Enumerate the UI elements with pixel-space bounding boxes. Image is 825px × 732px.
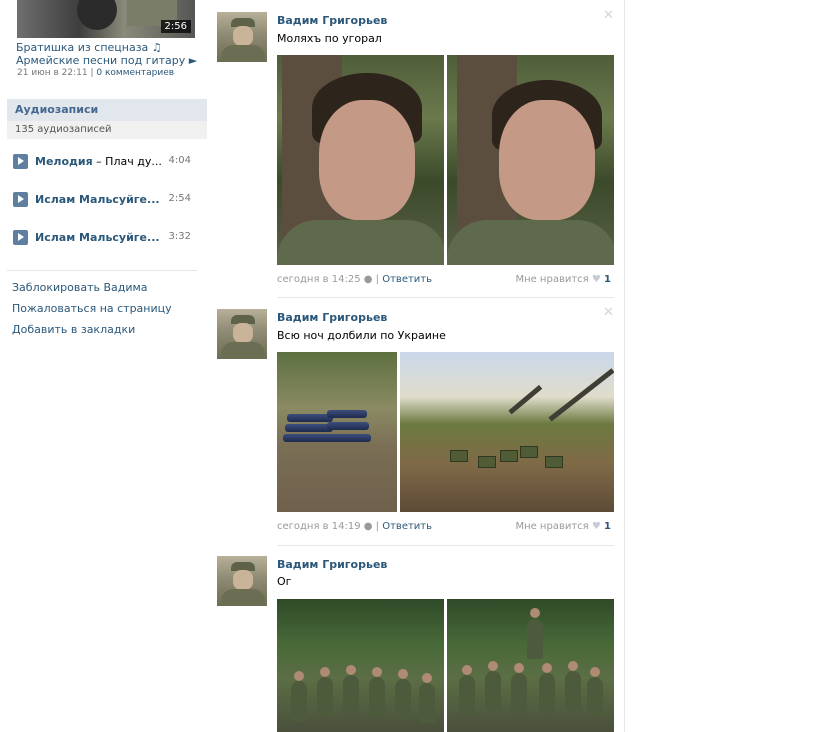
report-page-link[interactable]: Пожаловаться на страницу (12, 302, 172, 315)
post-footer: сегодня в 14:25 ● | Ответить (277, 274, 433, 285)
track-duration: 3:32 (168, 231, 191, 242)
apple-icon: ● (363, 274, 373, 285)
like-button[interactable]: Мне нравится ♥ 1 (515, 274, 611, 285)
avatar[interactable] (217, 556, 267, 606)
track-title[interactable]: Мелодия – Плач ду... (35, 155, 162, 168)
reply-link[interactable]: Ответить (382, 274, 432, 285)
track-duration: 2:54 (168, 193, 191, 204)
post-author[interactable]: Вадим Григорьев (277, 558, 387, 571)
heart-icon: ♥ (591, 521, 601, 532)
video-duration: 2:56 (160, 20, 191, 33)
video-title[interactable]: Братишка из спецназа ♫ (16, 41, 162, 54)
divider (7, 270, 197, 271)
video-thumbnail[interactable]: 2:56 (17, 0, 195, 38)
wall-border (624, 0, 625, 732)
audio-section-header[interactable]: Аудиозаписи (7, 99, 207, 121)
post-author[interactable]: Вадим Григорьев (277, 14, 387, 27)
wall-post: Вадим Григорьев Моляхъ по угорал ✕ сегод… (217, 8, 617, 292)
post-photo[interactable] (447, 599, 614, 732)
video-meta: 21 июн в 22:11 | 0 комментариев (17, 68, 175, 78)
apple-icon: ● (363, 521, 373, 532)
like-label: Мне нравится (515, 521, 589, 532)
post-photo[interactable] (400, 352, 614, 512)
post-photo[interactable] (277, 599, 444, 732)
post-time[interactable]: сегодня в 14:19 (277, 521, 361, 532)
avatar[interactable] (217, 309, 267, 359)
like-button[interactable]: Мне нравится ♥ 1 (515, 521, 611, 532)
play-icon[interactable] (13, 230, 28, 245)
block-user-link[interactable]: Заблокировать Вадима (12, 281, 148, 294)
track-duration: 4:04 (168, 155, 191, 166)
post-photo[interactable] (277, 55, 444, 265)
wall-post: Вадим Григорьев Всю ноч долбили по Украи… (217, 305, 617, 539)
add-bookmark-link[interactable]: Добавить в закладки (12, 323, 135, 336)
audio-track[interactable]: Мелодия – Плач ду... 4:04 (13, 154, 193, 170)
avatar[interactable] (217, 12, 267, 62)
post-photo[interactable] (447, 55, 614, 265)
post-divider (277, 545, 614, 546)
post-photo[interactable] (277, 352, 397, 512)
like-label: Мне нравится (515, 274, 589, 285)
audio-track[interactable]: Ислам Мальсуйге... 3:32 (13, 230, 193, 246)
like-count: 1 (604, 521, 611, 532)
heart-icon: ♥ (591, 274, 601, 285)
post-footer: сегодня в 14:19 ● | Ответить (277, 521, 433, 532)
post-time[interactable]: сегодня в 14:25 (277, 274, 361, 285)
play-icon[interactable] (13, 154, 28, 169)
post-text: Моляхъ по угорал (277, 32, 382, 45)
reply-link[interactable]: Ответить (382, 521, 432, 532)
video-subtitle[interactable]: Армейские песни под гитару ► (16, 54, 197, 67)
video-comments-link[interactable]: 0 комментариев (96, 68, 174, 78)
wall-post: Вадим Григорьев Ог (217, 556, 617, 732)
play-icon[interactable] (13, 192, 28, 207)
like-count: 1 (604, 274, 611, 285)
left-column: 2:56 Братишка из спецназа ♫ Армейские пе… (0, 0, 207, 732)
close-icon[interactable]: ✕ (603, 305, 614, 320)
track-title[interactable]: Ислам Мальсуйге... (35, 193, 160, 206)
audio-count[interactable]: 135 аудиозаписей (7, 121, 207, 139)
post-author[interactable]: Вадим Григорьев (277, 311, 387, 324)
track-title[interactable]: Ислам Мальсуйге... (35, 231, 160, 244)
post-divider (277, 297, 614, 298)
audio-track[interactable]: Ислам Мальсуйге... 2:54 (13, 192, 193, 208)
close-icon[interactable]: ✕ (603, 8, 614, 23)
post-text: Ог (277, 575, 292, 588)
post-text: Всю ноч долбили по Украине (277, 329, 446, 342)
video-date: 21 июн в 22:11 (17, 68, 88, 78)
